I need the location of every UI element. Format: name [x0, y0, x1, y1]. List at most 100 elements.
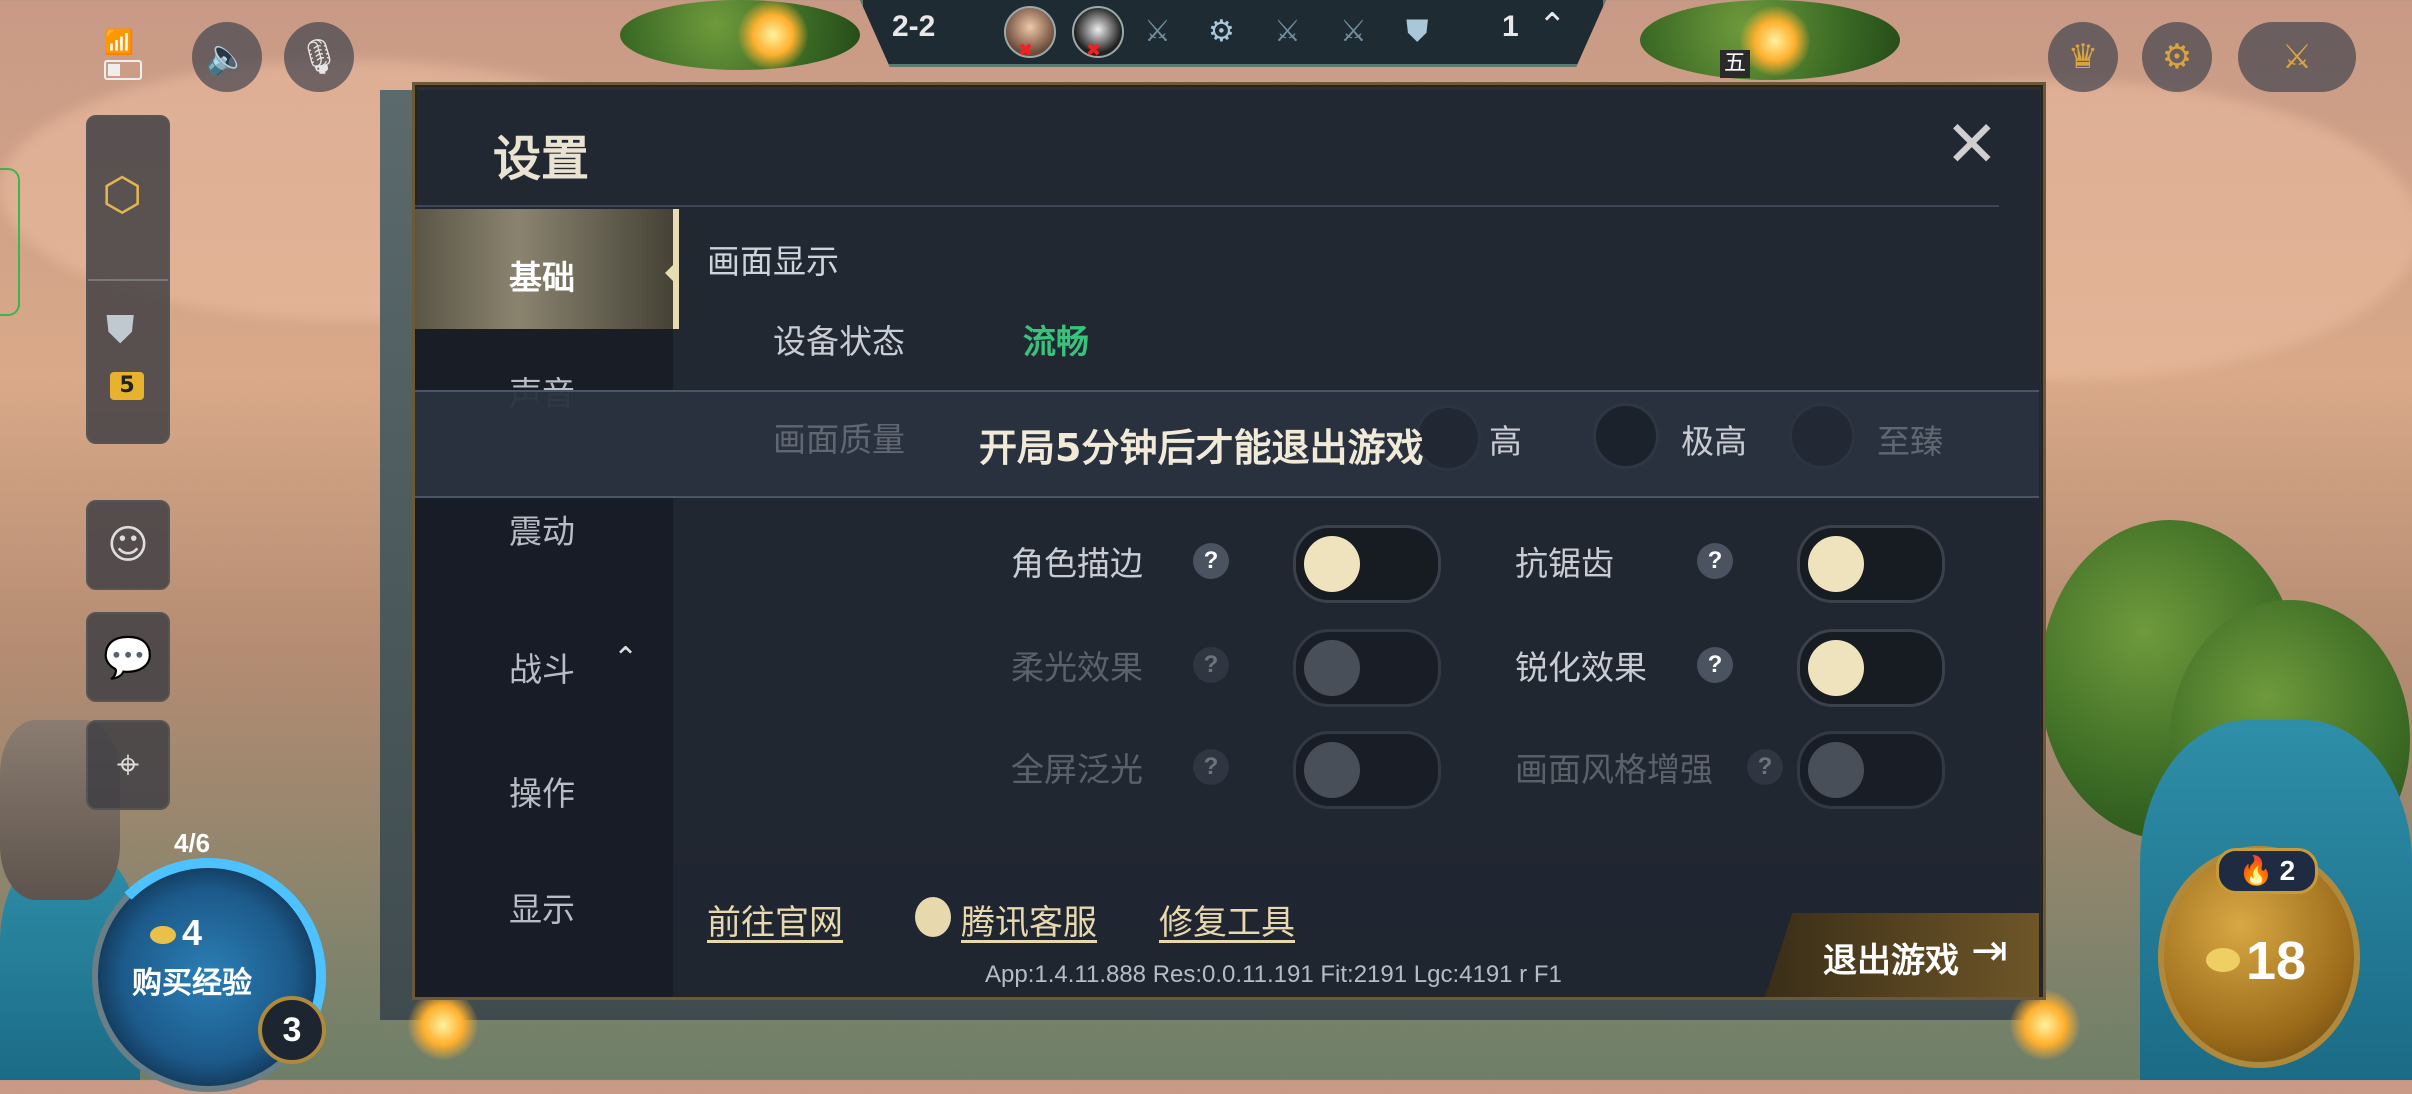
- crown-icon[interactable]: ♛: [2048, 22, 2118, 92]
- help-icon[interactable]: ?: [1697, 543, 1733, 579]
- eliminated-x-icon: ✖: [1018, 40, 1034, 61]
- help-icon[interactable]: ?: [1193, 543, 1229, 579]
- swords-icon: ⚔: [1274, 14, 1301, 49]
- speaker-icon[interactable]: 🔈: [192, 22, 262, 92]
- quality-radio-high[interactable]: [1415, 405, 1481, 471]
- eliminated-x-icon: ✖: [1086, 40, 1102, 61]
- chevron-up-icon: ⌃: [613, 641, 639, 676]
- toggle-label: 全屏泛光: [1011, 750, 1143, 789]
- gold-value: 18: [2246, 931, 2307, 991]
- toggle-bloom[interactable]: [1293, 731, 1441, 809]
- chat-icon[interactable]: 💬: [86, 612, 170, 702]
- active-caret: [665, 259, 679, 287]
- buy-xp-label: 购买经验: [132, 966, 252, 1001]
- mic-muted-icon[interactable]: 🎙: [284, 22, 354, 92]
- official-site-link[interactable]: 前往官网: [707, 895, 843, 944]
- settings-dialog: 设置 ✕ 基础 声音 震动 战斗⌃ 操作 显示 画面显示 设备状态 流畅 画面质…: [412, 82, 2046, 1000]
- side-handle[interactable]: [0, 168, 20, 316]
- xp-progress: 4/6: [174, 828, 211, 858]
- battle-swords-button[interactable]: ⚔: [2238, 22, 2356, 92]
- toggle-knob: [1304, 742, 1360, 798]
- torch: [738, 0, 808, 70]
- quality-option-label: 极高: [1681, 422, 1747, 461]
- xp-cost: 4: [150, 912, 202, 954]
- toggle-outline[interactable]: [1293, 525, 1441, 603]
- level-number: 1: [1502, 10, 1519, 43]
- toggle-knob: [1808, 536, 1864, 592]
- nav-tab-label: 显示: [509, 890, 575, 929]
- help-icon[interactable]: ?: [1697, 647, 1733, 683]
- toggle-label: 角色描边: [1011, 544, 1143, 583]
- flame-icon: 🔥: [2238, 855, 2274, 886]
- emote-icon[interactable]: ☺: [86, 500, 170, 590]
- torch: [2010, 990, 2080, 1060]
- crosshair-icon[interactable]: ⌖: [86, 720, 170, 810]
- armor-icon[interactable]: ⛊: [106, 307, 135, 352]
- toggle-label: 柔光效果: [1011, 648, 1143, 687]
- nav-tab-controls[interactable]: 操作: [415, 725, 673, 845]
- item-count-badge: 5: [110, 372, 144, 400]
- help-icon[interactable]: ?: [1193, 647, 1229, 683]
- toggle-label: 锐化效果: [1515, 648, 1647, 687]
- xp-cost-value: 4: [182, 912, 203, 953]
- swords-icon: ⚔: [1340, 14, 1367, 49]
- toggle-knob: [1808, 742, 1864, 798]
- nav-tab-basic[interactable]: 基础: [415, 209, 679, 329]
- toggle-label: 画面风格增强: [1515, 750, 1713, 789]
- device-state-label: 设备状态: [773, 322, 905, 361]
- help-icon[interactable]: ?: [1193, 749, 1229, 785]
- gear-stage-icon: ⚙: [1208, 14, 1235, 49]
- divider: [415, 205, 1999, 207]
- device-state-value: 流畅: [1023, 322, 1089, 361]
- nav-tab-label: 震动: [509, 512, 575, 551]
- quality-label: 画面质量: [773, 420, 905, 459]
- customer-service-link[interactable]: 腾讯客服: [961, 895, 1097, 944]
- quality-radio-very-high[interactable]: [1593, 403, 1659, 469]
- quit-game-label: 退出游戏: [1823, 941, 1959, 981]
- exit-icon: ⇥: [1971, 925, 2008, 976]
- round-label: 2-2: [892, 10, 936, 43]
- streak-badge: 🔥 2: [2216, 848, 2318, 894]
- toggle-soft-light[interactable]: [1293, 629, 1441, 707]
- streak-value: 2: [2279, 855, 2296, 886]
- version-info: App:1.4.11.888 Res:0.0.11.191 Fit:2191 L…: [985, 961, 1562, 988]
- nav-tab-display[interactable]: 显示: [415, 841, 673, 961]
- close-icon[interactable]: ✕: [1945, 113, 1999, 177]
- toggle-label: 抗锯齿: [1515, 544, 1614, 583]
- player-level-badge: 3: [258, 996, 326, 1064]
- wifi-icon: 📶: [104, 28, 134, 56]
- gear-icon[interactable]: ⚙: [2142, 22, 2212, 92]
- toggle-knob: [1304, 640, 1360, 696]
- torch: [1740, 6, 1810, 76]
- dialog-title: 设置: [493, 131, 590, 187]
- help-icon[interactable]: ?: [1747, 749, 1783, 785]
- hex-augment-icon[interactable]: ⬡: [102, 167, 142, 221]
- divider: [88, 279, 168, 281]
- torch: [408, 990, 478, 1060]
- settings-nav: 基础 声音 震动 战斗⌃ 操作 显示: [415, 209, 679, 997]
- section-title: 画面显示: [707, 242, 839, 281]
- qq-icon: [915, 897, 951, 937]
- nav-tab-label: 操作: [509, 774, 575, 813]
- nav-tab-battle[interactable]: 战斗 ⌃: [415, 601, 673, 721]
- chevron-up-icon[interactable]: ⌃: [1538, 6, 1567, 46]
- toggle-antialias[interactable]: [1797, 525, 1945, 603]
- left-tool-panel: ⬡ ⛊ 5: [86, 115, 170, 444]
- toggle-knob: [1304, 536, 1360, 592]
- quality-option-label: 至臻: [1877, 422, 1943, 461]
- toggle-sharpen[interactable]: [1797, 629, 1945, 707]
- battery-icon: [104, 60, 142, 80]
- coin-icon: [150, 926, 176, 945]
- nav-tab-label: 战斗: [509, 650, 575, 689]
- repair-tool-link[interactable]: 修复工具: [1159, 895, 1295, 944]
- quality-radio-ultra[interactable]: [1789, 403, 1855, 469]
- toggle-style-enhance[interactable]: [1797, 731, 1945, 809]
- toast-message: 开局5分钟后才能退出游戏: [979, 426, 1424, 470]
- armor-stage-icon: ⛊: [1406, 14, 1429, 49]
- nav-tab-label: 基础: [509, 258, 575, 297]
- coin-icon: [2206, 948, 2240, 972]
- quality-option-label: 高: [1489, 422, 1522, 461]
- swords-icon: ⚔: [1144, 14, 1171, 49]
- map-marker-label: 五: [1720, 50, 1750, 78]
- toggle-knob: [1808, 640, 1864, 696]
